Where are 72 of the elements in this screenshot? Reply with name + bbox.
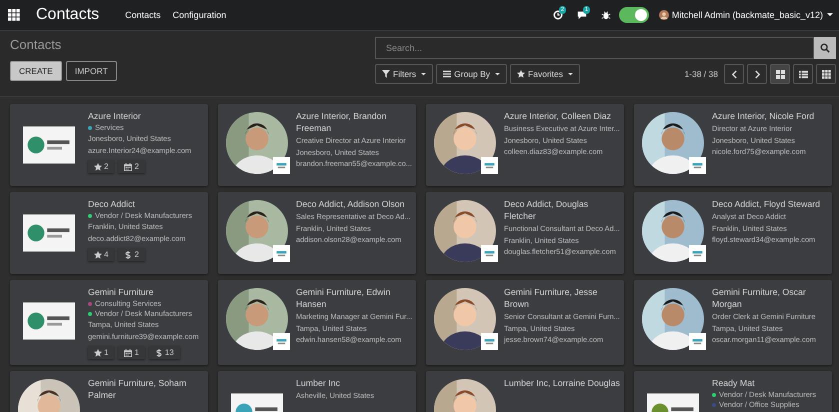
dollar-icon — [124, 250, 132, 258]
contact-name: Gemini Furniture, Jesse Brown — [504, 286, 598, 310]
breadcrumb: Contacts — [10, 37, 62, 53]
contact-name: Gemini Furniture — [88, 286, 154, 298]
user-menu[interactable]: Mitchell Admin (backmate_basic_v12) — [672, 10, 823, 20]
contact-card[interactable]: Gemini Furniture, Soham Palmer — [10, 371, 208, 412]
chevron-left-icon — [730, 70, 738, 78]
caret-icon[interactable] — [827, 13, 833, 17]
contact-name: Gemini Furniture, Edwin Hansen — [296, 286, 392, 310]
contact-name: Deco Addict, Floyd Steward — [712, 198, 820, 210]
logo-icon — [23, 302, 75, 340]
star-icon — [517, 70, 526, 78]
contact-name: Gemini Furniture, Oscar Morgan — [712, 286, 807, 310]
previous-button[interactable] — [724, 64, 744, 84]
apps-menu-icon[interactable] — [8, 9, 20, 21]
star-icon — [94, 162, 102, 170]
search-field[interactable]: Search... — [375, 37, 814, 59]
user-avatar-icon — [658, 10, 669, 20]
stat-button[interactable]: 1 — [88, 346, 114, 359]
calendar-icon — [124, 162, 132, 170]
activity-icon[interactable] — [552, 10, 563, 20]
create-button[interactable]: CREATE — [10, 61, 62, 81]
view-switch-button[interactable] — [793, 64, 813, 84]
contact-name: Deco Addict, Addison Olson — [296, 198, 405, 210]
kanban-icon — [776, 70, 784, 78]
stat-button[interactable]: 2 — [118, 160, 145, 173]
bug-icon[interactable] — [600, 10, 611, 20]
search-button[interactable] — [814, 37, 836, 59]
debug-toggle[interactable] — [618, 7, 649, 23]
contact-name: Azure Interior — [88, 110, 141, 122]
stat-button[interactable]: 2 — [88, 160, 114, 173]
grid-icon — [822, 70, 830, 78]
contact-card[interactable]: Lumber Inc, Lorraine Douglas — [426, 371, 624, 412]
logo-icon — [23, 126, 75, 164]
view-switch-button[interactable] — [816, 64, 836, 84]
funnel-icon — [382, 70, 390, 78]
dollar-icon — [154, 348, 163, 356]
chat-icon[interactable] — [576, 10, 587, 20]
caret-icon — [568, 72, 574, 76]
star-icon — [94, 250, 102, 258]
view-switch-button[interactable] — [770, 64, 790, 84]
import-button[interactable]: IMPORT — [66, 61, 117, 81]
list-icon — [798, 70, 808, 78]
stat-button[interactable]: 2 — [118, 248, 145, 261]
stat-button[interactable]: 1 — [118, 346, 145, 359]
list-icon — [443, 70, 452, 78]
search-icon — [820, 43, 830, 53]
contact-name: Lumber Inc, Lorraine Douglas — [504, 377, 620, 389]
logo-icon — [23, 214, 75, 252]
pager-count: 1-38 / 38 — [684, 69, 718, 79]
contact-name: Azure Interior, Nicole Ford — [712, 110, 814, 122]
chevron-right-icon — [754, 70, 760, 78]
contact-name: Deco Addict, Douglas Fletcher — [504, 198, 590, 222]
app-title: Contacts — [36, 6, 100, 24]
stat-button[interactable]: 13 — [148, 346, 180, 359]
contact-name: Azure Interior, Colleen Diaz — [504, 110, 612, 122]
contact-name: Gemini Furniture, Soham Palmer — [88, 377, 188, 401]
contact-name: Azure Interior, Brandon Freeman — [296, 110, 388, 134]
contact-name: Lumber Inc — [296, 377, 340, 389]
contact-name: Ready Mat — [712, 377, 755, 389]
caret-icon — [421, 72, 426, 76]
caret-icon — [495, 72, 500, 76]
filter-dropdown[interactable]: Favorites — [510, 64, 580, 84]
stat-button[interactable]: 4 — [88, 248, 114, 261]
next-button[interactable] — [747, 64, 767, 84]
contact-name: Deco Addict — [88, 198, 135, 210]
filter-dropdown[interactable]: Filters — [375, 64, 434, 84]
menu-item[interactable]: Configuration — [172, 10, 226, 20]
menu-item[interactable]: Contacts — [125, 10, 161, 20]
calendar-icon — [124, 348, 132, 356]
filter-dropdown[interactable]: Group By — [436, 64, 508, 84]
star-icon — [94, 348, 102, 356]
